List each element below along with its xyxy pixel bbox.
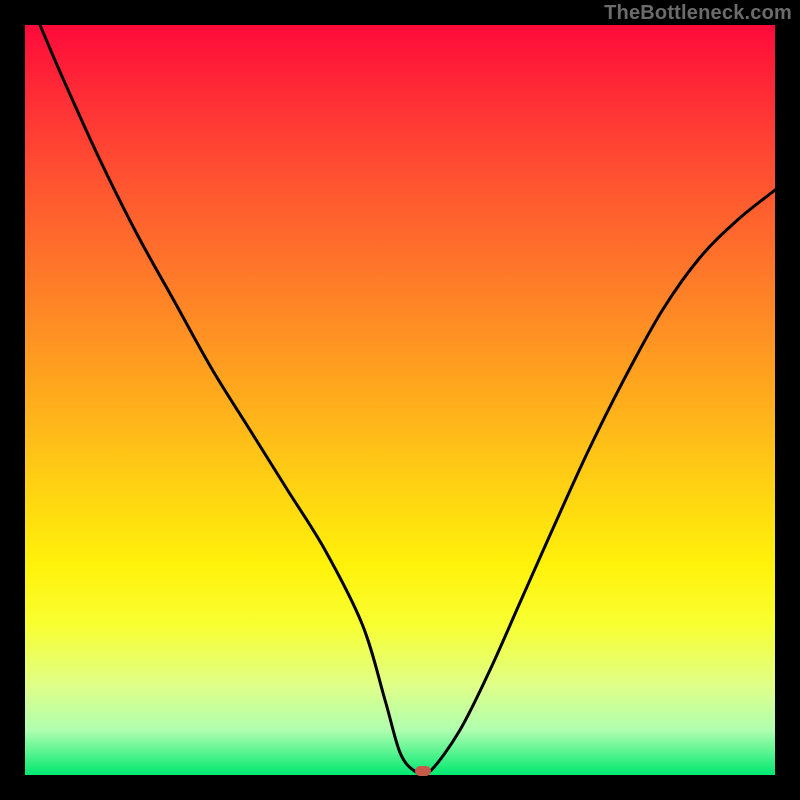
- curve-svg: [25, 25, 775, 775]
- plot-area: [25, 25, 775, 775]
- min-marker: [415, 766, 431, 776]
- chart-frame: TheBottleneck.com: [0, 0, 800, 800]
- watermark-text: TheBottleneck.com: [604, 2, 792, 25]
- bottleneck-curve: [40, 25, 775, 775]
